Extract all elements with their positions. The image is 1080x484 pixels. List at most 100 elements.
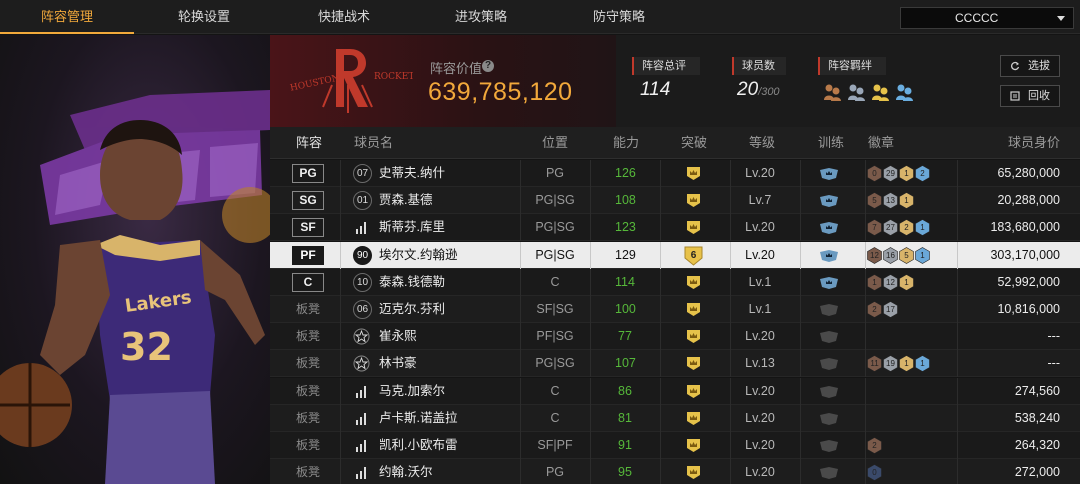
player-value: --- <box>1047 329 1061 344</box>
breakthrough-crown-icon[interactable] <box>686 275 701 290</box>
tab-offense-strategy[interactable]: 进攻策略 <box>414 0 548 34</box>
table-row[interactable]: 板凳 卢卡斯.诺盖拉 C 81 Lv.20 538,240 <box>270 404 1080 432</box>
player-name[interactable]: 埃尔文.约翰逊 <box>379 242 457 269</box>
bond-icon-gold[interactable] <box>870 82 890 102</box>
player-level: Lv.20 <box>745 220 775 235</box>
training-icon[interactable] <box>819 412 839 426</box>
tab-lineup-management[interactable]: 阵容管理 <box>0 0 134 34</box>
table-row[interactable]: 板凳 马克.加索尔 C 86 Lv.20 274,560 <box>270 377 1080 405</box>
training-icon[interactable] <box>819 303 839 317</box>
player-name[interactable]: 史蒂夫.纳什 <box>379 160 445 187</box>
player-name[interactable]: 泰森.钱德勒 <box>379 269 445 296</box>
table-row[interactable]: 板凳 林书豪 PG|SG 107 Lv.13 11 19 1 1 --- <box>270 350 1080 378</box>
select-button[interactable]: 选拔 <box>1000 55 1060 77</box>
table-row[interactable]: C 10 泰森.钱德勒 C 114 Lv.1 1 12 1 52,992,000 <box>270 268 1080 296</box>
column-divider <box>340 268 341 296</box>
player-name[interactable]: 崔永熙 <box>379 323 417 350</box>
slot-bench-label: 板凳 <box>296 438 321 452</box>
player-position: PG|SG <box>535 356 575 371</box>
table-row[interactable]: PF 90 埃尔文.约翰逊 PG|SG 129 6 Lv.20 12 16 5 1 303,170,0… <box>270 241 1080 269</box>
column-divider <box>800 350 801 378</box>
player-position: SF|SG <box>536 302 574 316</box>
badge-count: 5 <box>872 196 877 206</box>
col-lineup[interactable]: 阵容 <box>296 127 322 159</box>
table-row[interactable]: 板凳 凯利.小欧布雷 SF|PF 91 Lv.20 2 264,320 <box>270 432 1080 459</box>
player-name[interactable]: 迈克尔.芬利 <box>379 296 445 323</box>
bond-icon-silver[interactable] <box>846 82 866 102</box>
player-name[interactable]: 约翰.沃尔 <box>379 459 432 484</box>
column-divider <box>957 350 958 378</box>
breakthrough-crown-icon[interactable] <box>686 356 701 371</box>
badge-count: 12 <box>886 277 895 287</box>
column-divider <box>590 160 591 187</box>
breakthrough-crown-icon[interactable] <box>686 220 701 235</box>
tab-quick-tactics[interactable]: 快捷战术 <box>274 0 414 34</box>
player-name[interactable]: 贾森.基德 <box>379 187 432 214</box>
player-value: 52,992,000 <box>997 274 1060 289</box>
training-icon[interactable] <box>819 276 839 290</box>
training-icon[interactable] <box>819 439 839 453</box>
team-select-dropdown[interactable]: CCCCC <box>900 7 1074 29</box>
player-name[interactable]: 马克.加索尔 <box>379 378 445 405</box>
table-row[interactable]: 板凳 06 迈克尔.芬利 SF|SG 100 Lv.1 2 17 10,816,000 <box>270 296 1080 323</box>
help-icon[interactable]: ? <box>482 60 494 72</box>
col-breakthrough[interactable]: 突破 <box>681 127 707 159</box>
column-divider <box>660 214 661 242</box>
slot-position-badge[interactable]: PG <box>292 164 324 183</box>
table-row[interactable]: PG 07 史蒂夫.纳什 PG 126 Lv.20 0 29 1 2 65,280,000 <box>270 160 1080 187</box>
breakthrough-crown-icon[interactable] <box>686 193 701 208</box>
breakthrough-crown-icon[interactable] <box>686 438 701 453</box>
column-divider <box>660 323 661 351</box>
breakthrough-crown-icon[interactable] <box>686 166 701 181</box>
recycle-button[interactable]: 回收 <box>1000 85 1060 107</box>
tab-rotation-settings[interactable]: 轮换设置 <box>134 0 274 34</box>
table-row[interactable]: SG 01 贾森.基德 PG|SG 108 Lv.7 5 13 1 20,288,000 <box>270 187 1080 215</box>
breakthrough-crown-icon[interactable] <box>686 302 701 317</box>
player-name[interactable]: 凯利.小欧布雷 <box>379 432 457 459</box>
jersey-number-badge: 06 <box>353 300 372 319</box>
tab-defense-strategy[interactable]: 防守策略 <box>548 0 690 34</box>
slot-position-badge[interactable]: SG <box>292 191 324 211</box>
column-divider <box>800 377 801 405</box>
column-divider <box>730 459 731 484</box>
training-icon[interactable] <box>819 194 839 208</box>
table-row[interactable]: 板凳 约翰.沃尔 PG 95 Lv.20 0 272,000 <box>270 459 1080 484</box>
training-icon[interactable] <box>819 466 839 480</box>
player-name[interactable]: 斯蒂芬.库里 <box>379 214 445 241</box>
breakthrough-crown-icon[interactable] <box>686 384 701 399</box>
col-level[interactable]: 等级 <box>749 127 775 159</box>
slot-position-badge[interactable]: SF <box>292 218 324 238</box>
column-divider <box>660 459 661 484</box>
col-value[interactable]: 球员身价 <box>1008 127 1060 159</box>
slot-position-badge[interactable]: C <box>292 272 324 292</box>
player-level: Lv.20 <box>745 438 775 452</box>
table-row[interactable]: SF 斯蒂芬.库里 PG|SG 123 Lv.20 7 27 2 1 183,680,000 <box>270 214 1080 242</box>
training-icon[interactable] <box>819 357 839 371</box>
player-level: Lv.1 <box>748 274 772 289</box>
bond-icon-blue[interactable] <box>894 82 914 102</box>
badge-count: 1 <box>904 277 909 287</box>
training-icon[interactable] <box>819 385 839 399</box>
player-count-number: 20 <box>737 79 759 100</box>
player-name[interactable]: 林书豪 <box>379 350 417 377</box>
col-position[interactable]: 位置 <box>542 127 568 159</box>
slot-position-badge[interactable]: PF <box>292 245 324 265</box>
training-icon[interactable] <box>819 330 839 344</box>
breakthrough-crown-icon[interactable] <box>686 465 701 480</box>
player-value: 538,240 <box>1014 410 1060 425</box>
col-ability[interactable]: 能力 <box>613 127 639 159</box>
jersey-number-badge: 01 <box>353 191 372 211</box>
training-icon[interactable] <box>819 221 839 235</box>
col-training[interactable]: 训练 <box>818 127 844 159</box>
col-name[interactable]: 球员名 <box>354 127 393 159</box>
column-divider <box>660 432 661 459</box>
breakthrough-crown-icon[interactable] <box>686 411 701 426</box>
breakthrough-crown-icon[interactable] <box>686 329 701 344</box>
training-icon[interactable] <box>819 249 839 263</box>
table-row[interactable]: 板凳 崔永熙 PF|SG 77 Lv.20 --- <box>270 323 1080 351</box>
column-divider <box>660 404 661 432</box>
col-badges[interactable]: 徽章 <box>868 127 894 159</box>
bond-icon-bronze[interactable] <box>822 82 842 102</box>
training-icon[interactable] <box>819 167 839 181</box>
player-name[interactable]: 卢卡斯.诺盖拉 <box>379 405 457 432</box>
